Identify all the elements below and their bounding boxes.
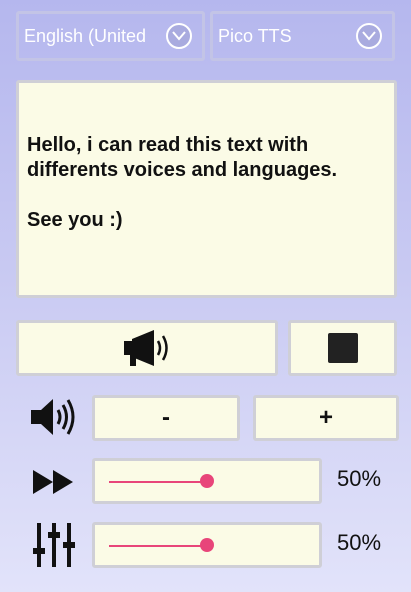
speak-button[interactable] [16,320,278,376]
language-select[interactable]: English (United [16,11,205,61]
pitch-slider-thumb[interactable] [200,538,214,552]
speaker-icon [28,395,80,439]
fast-forward-icon [28,465,80,499]
pitch-slider-track [109,545,207,547]
megaphone-icon [124,330,168,366]
volume-up-label: + [318,404,333,431]
pitch-percent: 50% [337,530,382,555]
language-select-label: English (United [24,25,147,46]
chevron-down-icon[interactable] [356,23,382,49]
speed-slider-track [109,481,207,483]
speed-slider[interactable] [92,458,322,504]
stop-button[interactable] [288,320,397,376]
pitch-slider[interactable] [92,522,322,568]
volume-down-label: - [162,404,170,431]
stop-icon [327,333,358,363]
speed-slider-thumb[interactable] [200,474,214,488]
text-line-greeting: Hello, i can read this text with differe… [27,134,338,181]
volume-down-button[interactable]: - [92,395,240,441]
speed-percent: 50% [337,466,382,491]
text-input-area[interactable]: Hello, i can read this text with differe… [16,80,397,298]
volume-up-button[interactable]: + [253,395,399,441]
equalizer-icon [30,521,78,569]
engine-select[interactable]: Pico TTS [210,11,395,61]
engine-select-label: Pico TTS [218,25,292,46]
text-line-farewell: See you :) [27,209,123,231]
chevron-down-icon[interactable] [166,23,192,49]
